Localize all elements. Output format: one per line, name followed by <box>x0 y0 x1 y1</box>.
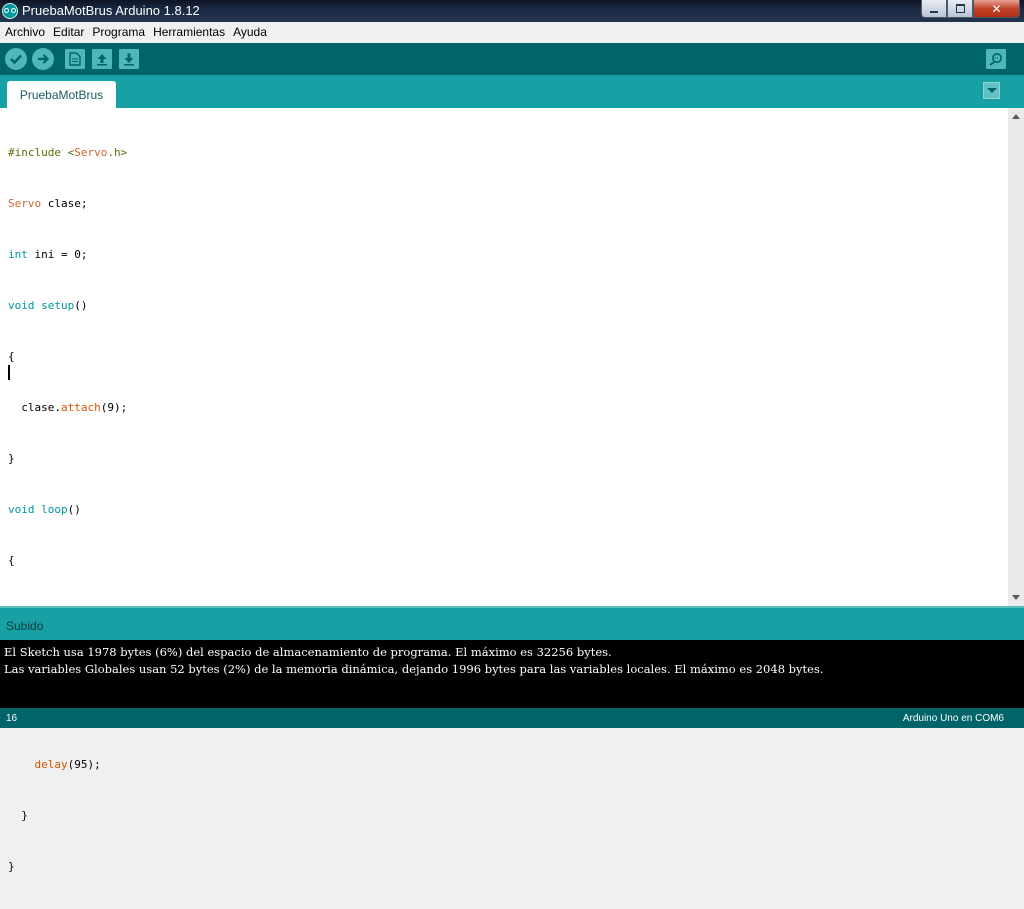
board-port-label: Arduino Uno en COM6 <box>902 713 1004 724</box>
title-bar: PruebaMotBrus Arduino 1.8.12 ✕ <box>0 0 1024 22</box>
window-title: PruebaMotBrus Arduino 1.8.12 <box>22 3 200 18</box>
status-bar: Subido <box>0 606 1024 640</box>
serial-monitor-button[interactable] <box>986 49 1006 69</box>
code-line: } <box>8 809 28 822</box>
tab-menu-chevron-down-icon[interactable] <box>983 82 1000 99</box>
save-sketch-button[interactable] <box>119 49 139 69</box>
code-line: } <box>8 452 15 465</box>
status-message: Subido <box>6 619 44 633</box>
close-button[interactable]: ✕ <box>973 0 1020 18</box>
minimize-icon <box>930 10 938 13</box>
tab-pruebamotbrus[interactable]: PruebaMotBrus <box>7 81 116 108</box>
toolbar <box>0 43 1024 75</box>
menu-archivo[interactable]: Archivo <box>0 25 49 39</box>
code-line: } <box>8 860 15 873</box>
verify-button[interactable] <box>5 48 27 70</box>
code-line: void loop() <box>8 503 81 516</box>
editor-scrollbar[interactable] <box>1008 108 1024 606</box>
code-text: #include <Servo.h> Servo clase; int ini … <box>8 110 253 909</box>
verify-icon <box>10 54 22 65</box>
save-icon <box>124 53 134 66</box>
code-editor[interactable]: #include <Servo.h> Servo clase; int ini … <box>0 108 1008 873</box>
menu-editar[interactable]: Editar <box>49 25 88 39</box>
menu-herramientas[interactable]: Herramientas <box>149 25 229 39</box>
text-cursor <box>8 365 10 380</box>
open-icon <box>97 54 107 66</box>
menu-programa[interactable]: Programa <box>88 25 149 39</box>
menu-ayuda[interactable]: Ayuda <box>229 25 271 39</box>
current-line-number: 16 <box>6 713 18 724</box>
minimize-button[interactable] <box>921 0 947 18</box>
code-line: clase.attach(9); <box>8 401 128 414</box>
upload-button[interactable] <box>32 48 54 70</box>
tab-strip: PruebaMotBrus <box>0 75 1024 108</box>
console-line: Las variables Globales usan 52 bytes (2%… <box>4 662 824 676</box>
console-line: El Sketch usa 1978 bytes (6%) del espaci… <box>4 645 612 659</box>
console-output[interactable]: El Sketch usa 1978 bytes (6%) del espaci… <box>0 640 1024 708</box>
footer-bar: 16 Arduino Uno en COM6 <box>0 708 1024 728</box>
arduino-logo-icon <box>2 3 18 19</box>
serial-monitor-icon <box>989 53 1002 66</box>
code-line: void setup() <box>8 299 88 312</box>
scroll-up-arrow-icon[interactable] <box>1012 114 1020 119</box>
restore-icon <box>955 4 965 13</box>
menu-bar: Archivo Editar Programa Herramientas Ayu… <box>0 22 1024 42</box>
code-line: #include <Servo.h> <box>8 146 128 159</box>
scroll-down-arrow-icon[interactable] <box>1012 595 1020 600</box>
code-line: int ini = 0; <box>8 248 88 261</box>
new-sketch-button[interactable] <box>65 49 85 69</box>
code-line: { <box>8 350 15 363</box>
open-sketch-button[interactable] <box>92 49 112 69</box>
code-line: { <box>8 554 15 567</box>
upload-icon <box>38 54 50 64</box>
restore-button[interactable] <box>947 0 973 18</box>
window-controls: ✕ <box>921 0 1020 18</box>
new-icon <box>69 52 81 66</box>
close-icon: ✕ <box>991 1 1002 16</box>
code-line: Servo clase; <box>8 197 88 210</box>
code-line: delay(95); <box>34 758 101 771</box>
